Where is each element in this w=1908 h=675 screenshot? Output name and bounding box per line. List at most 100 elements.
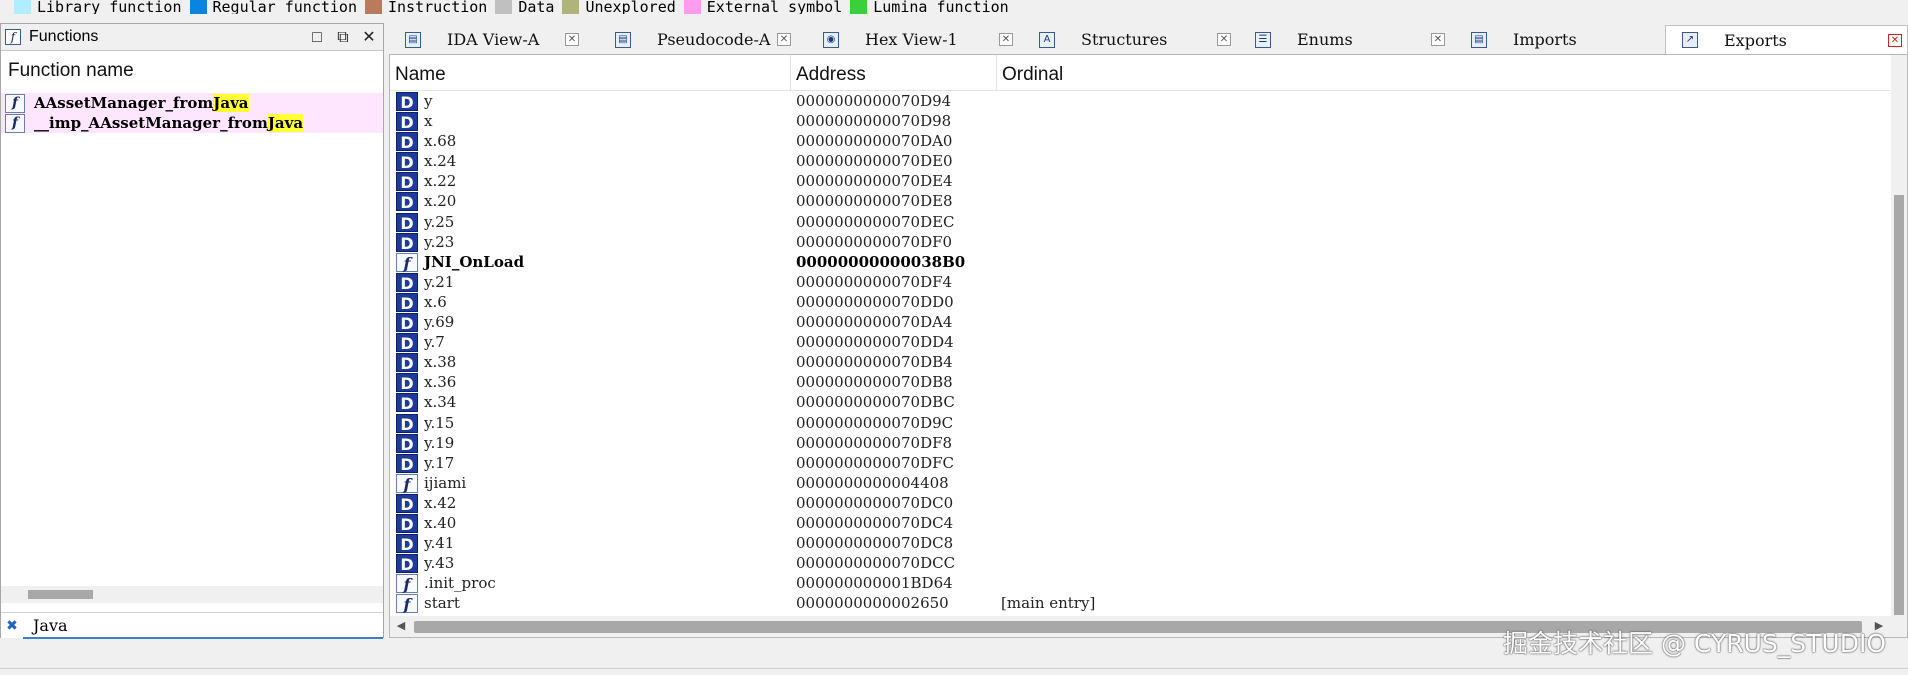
legend-label: Regular function: [212, 0, 358, 14]
table-row[interactable]: Dy.25 0000000000070DEC: [393, 212, 1893, 233]
functions-horizontal-scrollbar[interactable]: [1, 586, 383, 603]
export-name: y.7: [424, 333, 445, 352]
scrollbar-thumb[interactable]: [1894, 195, 1904, 615]
table-row[interactable]: f JNI_OnLoad 00000000000038B0: [393, 252, 1893, 273]
table-row[interactable]: Dy 0000000000070D94: [393, 91, 1893, 112]
table-row[interactable]: f start 0000000000002650 [main entry]: [393, 593, 1893, 614]
tab-ida-view-a[interactable]: ▤ IDA View-A ✕: [389, 25, 589, 54]
export-name: x.24: [424, 152, 457, 171]
export-name: .init_proc: [424, 574, 496, 593]
legend-label: Data: [518, 0, 555, 14]
tab-exports[interactable]: ↗ Exports ✕: [1665, 25, 1908, 54]
function-list-item[interactable]: f __imp_AAssetManager_fromJava: [1, 113, 383, 133]
table-row[interactable]: Dy.43 0000000000070DCC: [393, 553, 1893, 574]
table-row[interactable]: Dy.17 0000000000070DFC: [393, 453, 1893, 474]
clear-filter-icon[interactable]: ✖: [4, 616, 20, 634]
close-icon[interactable]: ✕: [359, 28, 379, 48]
tab-label: Imports: [1513, 30, 1577, 49]
export-address: 0000000000070D94: [796, 92, 952, 110]
function-name-column-header[interactable]: Function name: [1, 58, 383, 84]
export-address: 0000000000070DFC: [796, 453, 954, 472]
table-row[interactable]: Dy.41 0000000000070DC8: [393, 533, 1893, 554]
export-name: x.38: [424, 353, 457, 372]
export-address: 0000000000070DD0: [796, 292, 954, 311]
legend-item: Lumina function: [850, 0, 1009, 14]
export-address: 0000000000070DA4: [796, 313, 953, 332]
export-name: ijiami: [424, 473, 467, 492]
data-symbol-icon: D: [396, 152, 418, 172]
table-row[interactable]: Dy.15 0000000000070D9C: [393, 413, 1893, 434]
tab-close-icon[interactable]: ✕: [1217, 33, 1231, 46]
table-row[interactable]: f .init_proc 000000000001BD64: [393, 573, 1893, 594]
table-row[interactable]: Dx.24 0000000000070DE0: [393, 151, 1893, 172]
function-icon: f: [5, 29, 21, 45]
tab-imports[interactable]: ▤ Imports: [1455, 25, 1655, 54]
tab-enums[interactable]: ☰ Enums ✕: [1239, 25, 1445, 54]
tab-hex-view-1[interactable]: ◉ Hex View-1 ✕: [807, 25, 1013, 54]
scroll-left-icon[interactable]: ◀: [394, 619, 408, 633]
maximize-icon[interactable]: □: [307, 28, 327, 48]
legend-item: External symbol: [683, 0, 842, 14]
export-address: 0000000000002650: [796, 594, 949, 613]
export-address: 0000000000070DA0: [796, 132, 953, 151]
tab-close-icon[interactable]: ✕: [1431, 33, 1445, 46]
pseudocode-icon: ▤: [615, 31, 631, 48]
function-list-item[interactable]: f AAssetManager_fromJava: [1, 93, 383, 113]
restore-icon[interactable]: ⧉: [333, 28, 353, 48]
data-symbol-icon: D: [396, 433, 418, 454]
data-symbol-icon: D: [396, 92, 418, 112]
table-row[interactable]: Dx 0000000000070D98: [393, 111, 1893, 132]
address-column-header[interactable]: Address: [791, 55, 995, 91]
tab-close-icon[interactable]: ✕: [777, 33, 791, 46]
export-name: x.40: [424, 513, 457, 532]
data-symbol-icon: D: [396, 232, 418, 253]
function-name-match: Java: [267, 114, 304, 132]
table-row[interactable]: Dy.7 0000000000070DD4: [393, 332, 1893, 353]
filter-input[interactable]: Java: [33, 615, 68, 637]
legend-label: Unexplored: [585, 0, 676, 14]
data-symbol-icon: D: [396, 554, 418, 574]
table-row[interactable]: Dy.21 0000000000070DF4: [393, 272, 1893, 293]
export-name: x.36: [424, 373, 457, 392]
legend-label: Library function: [37, 0, 182, 14]
scrollbar-thumb[interactable]: [28, 590, 93, 599]
exports-icon: ↗: [1682, 32, 1698, 48]
table-row[interactable]: Dx.36 0000000000070DB8: [393, 372, 1893, 393]
tab-pseudocode-a[interactable]: ▤ Pseudocode-A ✕: [599, 25, 797, 54]
table-row[interactable]: Dy.69 0000000000070DA4: [393, 312, 1893, 333]
export-address: 0000000000070DF0: [796, 232, 953, 251]
function-name-prefix: __imp_AAssetManager_from: [34, 114, 268, 132]
table-row[interactable]: Dx.22 0000000000070DE4: [393, 171, 1893, 192]
function-name-match: Java: [213, 94, 249, 112]
tab-structures[interactable]: A Structures ✕: [1023, 25, 1231, 54]
table-row[interactable]: f ijiami 0000000000004408: [393, 473, 1893, 494]
tab-close-icon[interactable]: ✕: [1888, 34, 1902, 47]
export-name: y.21: [424, 272, 455, 291]
export-ordinal: [main entry]: [1001, 594, 1096, 613]
tab-close-icon[interactable]: ✕: [565, 33, 579, 46]
exports-table-header: Name Address Ordinal: [390, 55, 1907, 91]
structures-icon: A: [1039, 31, 1055, 48]
table-row[interactable]: Dx.20 0000000000070DE8: [393, 191, 1893, 212]
table-row[interactable]: Dx.40 0000000000070DC4: [393, 513, 1893, 534]
table-row[interactable]: Dx.42 0000000000070DC0: [393, 493, 1893, 514]
function-icon: f: [5, 113, 25, 133]
table-row[interactable]: Dx.34 0000000000070DBC: [393, 392, 1893, 413]
functions-title: Functions: [29, 28, 99, 45]
data-symbol-icon: D: [396, 172, 418, 192]
export-name: y: [424, 92, 433, 110]
table-row[interactable]: Dy.19 0000000000070DF8: [393, 433, 1893, 454]
name-column-header[interactable]: Name: [390, 55, 788, 91]
table-row[interactable]: Dx.6 0000000000070DD0: [393, 292, 1893, 313]
table-row[interactable]: Dy.23 0000000000070DF0: [393, 232, 1893, 253]
table-row[interactable]: Dx.68 0000000000070DA0: [393, 131, 1893, 152]
export-address: 0000000000070DE4: [796, 172, 953, 191]
table-row[interactable]: Dx.38 0000000000070DB4: [393, 352, 1893, 373]
tab-label: Exports: [1724, 30, 1787, 50]
exports-vertical-scrollbar[interactable]: [1891, 55, 1907, 637]
ordinal-column-header[interactable]: Ordinal: [997, 55, 1297, 91]
tab-label: Structures: [1081, 30, 1168, 49]
tab-close-icon[interactable]: ✕: [999, 33, 1013, 46]
tab-label: IDA View-A: [447, 30, 540, 49]
legend-item: Library function: [14, 0, 182, 14]
